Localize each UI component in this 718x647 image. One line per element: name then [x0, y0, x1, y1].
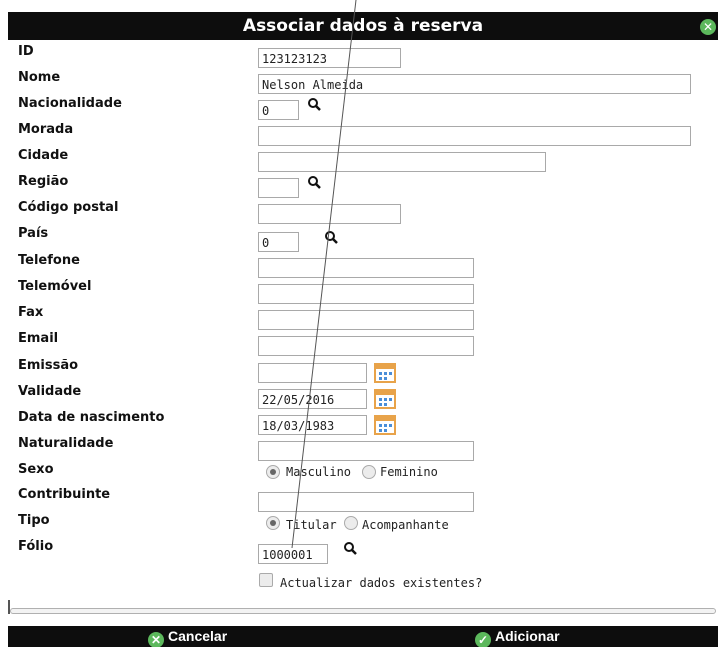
cidade-field[interactable] [258, 152, 546, 172]
radio-label-masculino: Masculino [286, 465, 352, 479]
label-cidade: Cidade [18, 148, 69, 163]
naturalidade-field[interactable] [258, 441, 474, 461]
label-fax: Fax [18, 305, 44, 320]
telemovel-field[interactable] [258, 284, 474, 304]
email-field[interactable] [258, 336, 474, 356]
morada-field[interactable] [258, 126, 691, 146]
search-icon[interactable] [307, 175, 323, 191]
nacionalidade-field[interactable]: 0 [258, 100, 299, 120]
label-regiao: Região [18, 174, 69, 189]
emissao-field[interactable] [258, 363, 367, 383]
label-contribuinte: Contribuinte [18, 487, 111, 502]
search-icon[interactable] [343, 541, 359, 557]
calendar-icon[interactable] [374, 388, 396, 410]
check-icon: ✓ [475, 632, 491, 647]
cancel-button[interactable]: ✕ Cancelar [148, 628, 227, 647]
label-data-nascimento: Data de nascimento [18, 410, 165, 425]
label-folio: Fólio [18, 539, 54, 554]
label-codigo-postal: Código postal [18, 200, 119, 215]
codigo-postal-field[interactable] [258, 204, 401, 224]
radio-label-acompanhante: Acompanhante [362, 518, 449, 532]
nome-field[interactable]: Nelson Almeida [258, 74, 691, 94]
add-button-label: Adicionar [495, 628, 560, 644]
radio-label-feminino: Feminino [380, 465, 438, 479]
label-morada: Morada [18, 122, 74, 137]
close-icon[interactable]: ✕ [700, 19, 716, 35]
label-telefone: Telefone [18, 253, 80, 268]
label-emissao: Emissão [18, 358, 79, 373]
calendar-icon[interactable] [374, 414, 396, 436]
label-nome: Nome [18, 70, 61, 85]
cancel-icon: ✕ [148, 632, 164, 647]
contribuinte-field[interactable] [258, 492, 474, 512]
calendar-icon[interactable] [374, 362, 396, 384]
data-nascimento-field[interactable]: 18/03/1983 [258, 415, 367, 435]
dialog-title-bar: Associar dados à reserva ✕ [8, 12, 718, 40]
label-email: Email [18, 331, 59, 346]
radio-feminino[interactable] [362, 465, 376, 479]
search-icon[interactable] [307, 97, 323, 113]
dialog-title: Associar dados à reserva [242, 16, 484, 36]
label-telemovel: Telemóvel [18, 279, 92, 294]
add-button[interactable]: ✓ Adicionar [475, 628, 560, 647]
label-sexo: Sexo [18, 462, 54, 477]
actualizar-checkbox[interactable] [259, 573, 273, 587]
pais-field[interactable]: 0 [258, 232, 299, 252]
id-field[interactable]: 123123123 [258, 48, 401, 68]
search-icon[interactable] [324, 230, 340, 246]
label-pais: País [18, 226, 49, 241]
cancel-button-label: Cancelar [168, 628, 228, 644]
reservation-form: ID 123123123 Nome Nelson Almeida Naciona… [8, 40, 718, 606]
radio-label-titular: Titular [286, 518, 337, 532]
radio-titular[interactable] [266, 516, 280, 530]
separator-bar [10, 608, 716, 614]
dialog-footer: ✕ Cancelar ✓ Adicionar [8, 626, 718, 647]
label-id: ID [18, 44, 34, 59]
associate-data-dialog: Associar dados à reserva ✕ ID 123123123 … [8, 8, 718, 647]
label-validade: Validade [18, 384, 82, 399]
radio-masculino[interactable] [266, 465, 280, 479]
label-tipo: Tipo [18, 513, 50, 528]
actualizar-label: Actualizar dados existentes? [280, 576, 483, 590]
label-nacionalidade: Nacionalidade [18, 96, 122, 111]
folio-field[interactable]: 1000001 [258, 544, 328, 564]
validade-field[interactable]: 22/05/2016 [258, 389, 367, 409]
regiao-field[interactable] [258, 178, 299, 198]
radio-acompanhante[interactable] [344, 516, 358, 530]
label-naturalidade: Naturalidade [18, 436, 114, 451]
telefone-field[interactable] [258, 258, 474, 278]
fax-field[interactable] [258, 310, 474, 330]
